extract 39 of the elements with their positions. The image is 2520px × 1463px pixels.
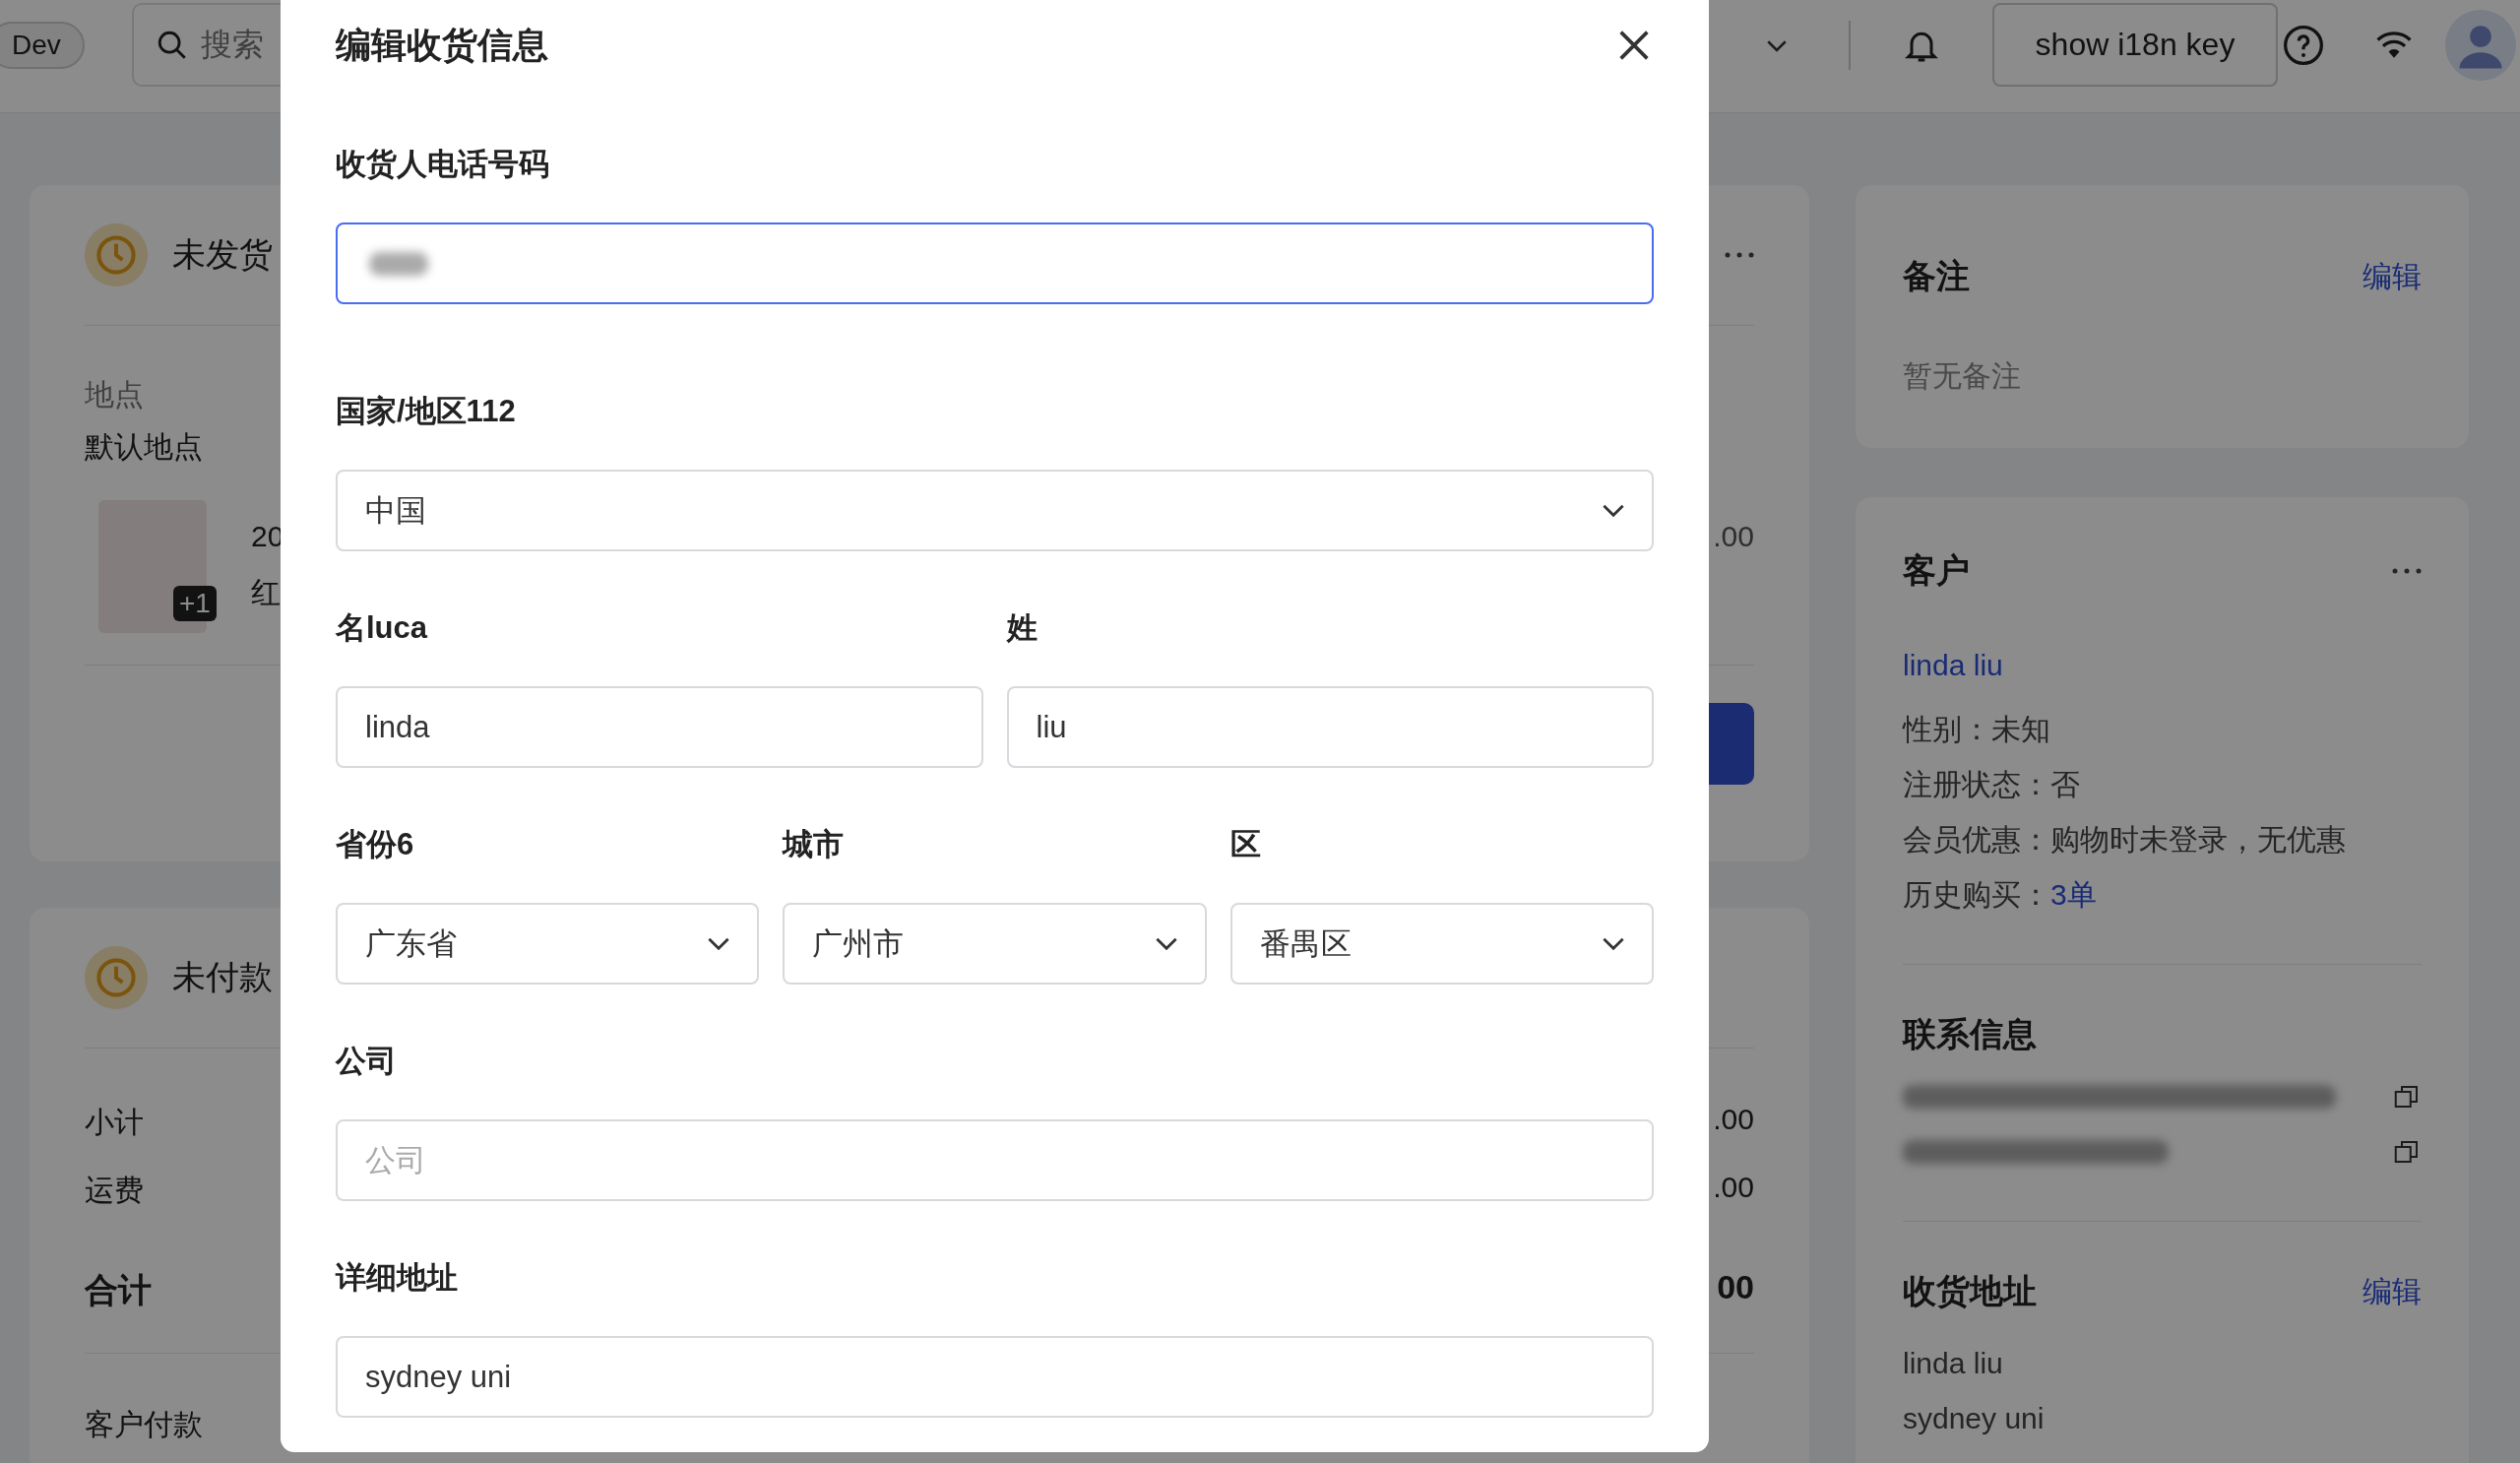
field-label: 区 bbox=[1229, 826, 1261, 863]
card-title: 未付款 bbox=[172, 957, 273, 997]
detail-label: 注册状态： bbox=[1903, 768, 2050, 800]
summary-amount: .00 bbox=[1713, 1171, 1754, 1205]
detail-label: 会员优惠： bbox=[1903, 823, 2050, 856]
field-label: 详细地址 bbox=[336, 1259, 458, 1297]
card-title: 未发货 bbox=[172, 234, 273, 275]
card-title: 备注 bbox=[1903, 256, 1970, 296]
field-label: 名luca bbox=[336, 609, 428, 647]
detail-label: 性别： bbox=[1903, 713, 1991, 745]
address-line: sydney uni bbox=[1903, 1401, 2046, 1436]
dialog-title: 编辑收货信息 bbox=[336, 23, 548, 67]
item-amount: .00 bbox=[1713, 520, 1754, 553]
field-label: 姓 bbox=[1006, 609, 1038, 647]
extra-count-badge: +1 bbox=[173, 586, 217, 621]
field-label: 公司 bbox=[336, 1043, 397, 1080]
field-label: 收货人电话号码 bbox=[336, 146, 549, 183]
location-label: 地点 bbox=[85, 377, 144, 413]
summary-label: 合计 bbox=[85, 1270, 152, 1310]
paid-label: 客户付款 bbox=[85, 1407, 203, 1442]
summary-label: 小计 bbox=[85, 1105, 144, 1140]
empty-note-text: 暂无备注 bbox=[1903, 358, 2022, 394]
environment-badge: Dev bbox=[0, 21, 85, 69]
detail-value: 未知 bbox=[1991, 713, 2050, 745]
section-title: 联系信息 bbox=[1903, 1014, 2038, 1054]
detail-value: 购物时未登录，无优惠 bbox=[2050, 823, 2346, 856]
location-value: 默认地点 bbox=[85, 429, 203, 465]
field-label: 国家/地区112 bbox=[336, 393, 516, 430]
item-variant: 红 bbox=[251, 574, 282, 610]
summary-amount: 00 bbox=[1717, 1268, 1754, 1307]
section-title: 收货地址 bbox=[1903, 1271, 2037, 1311]
field-label: 城市 bbox=[783, 826, 845, 863]
summary-label: 运费 bbox=[85, 1173, 144, 1208]
detail-value: 否 bbox=[2050, 768, 2080, 800]
address-line: linda liu bbox=[1903, 1346, 2004, 1381]
detail-label: 历史购买： bbox=[1903, 878, 2050, 911]
field-label: 省份6 bbox=[336, 826, 414, 863]
card-title: 客户 bbox=[1903, 550, 1970, 591]
summary-amount: .00 bbox=[1713, 1103, 1754, 1137]
